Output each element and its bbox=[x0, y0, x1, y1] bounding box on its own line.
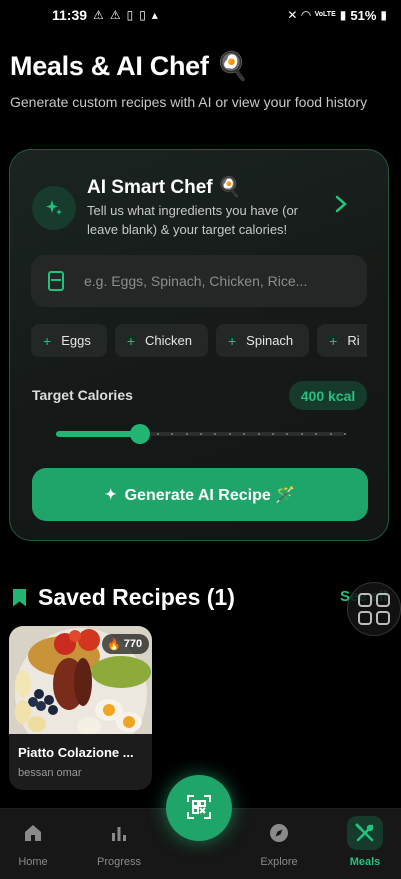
recipe-card[interactable]: 🔥 770 Piatto Colazione ... bessan omar bbox=[9, 626, 152, 790]
slider-tick bbox=[272, 433, 274, 435]
saved-recipes-title: Saved Recipes (1) bbox=[38, 584, 235, 610]
generate-recipe-label: Generate AI Recipe 🪄 bbox=[124, 486, 296, 504]
target-calories-value: 400 kcal bbox=[289, 381, 367, 410]
bar-chart-icon bbox=[108, 822, 130, 844]
sparkle-icon bbox=[32, 186, 76, 230]
generate-recipe-button[interactable]: ✦ Generate AI Recipe 🪄 bbox=[32, 468, 368, 521]
ai-chef-description: Tell us what ingredients you have (or le… bbox=[87, 203, 299, 237]
battery-percent: 51% bbox=[350, 7, 377, 23]
signal-icon: ▮ bbox=[339, 8, 347, 22]
warning-icon: ⚠ bbox=[109, 8, 121, 22]
slider-tick bbox=[286, 433, 288, 435]
phone-icon: ▯ bbox=[139, 8, 146, 22]
target-calories-label: Target Calories bbox=[32, 387, 133, 403]
sparkle-icon: ✦ bbox=[104, 486, 117, 502]
home-icon bbox=[22, 822, 44, 844]
scan-button[interactable] bbox=[166, 775, 232, 841]
grid-icon[interactable] bbox=[347, 582, 401, 636]
chip-label: Eggs bbox=[61, 333, 91, 348]
image-icon: ▴ bbox=[151, 8, 158, 22]
chip-label: Ri bbox=[347, 333, 360, 348]
nav-label: Explore bbox=[260, 856, 298, 868]
chip-label: Spinach bbox=[246, 333, 294, 348]
slider-thumb[interactable] bbox=[130, 424, 150, 444]
bookmark-icon bbox=[13, 588, 26, 607]
ingredient-chips: + Eggs + Chicken + Spinach + Ri bbox=[31, 324, 367, 358]
nav-label: Progress bbox=[96, 856, 142, 868]
chip-label: Chicken bbox=[145, 333, 192, 348]
calorie-slider[interactable] bbox=[56, 422, 346, 446]
slider-tick bbox=[258, 433, 260, 435]
recipe-author: bessan omar bbox=[18, 767, 82, 779]
plus-icon: + bbox=[43, 332, 52, 349]
mute-icon: ✕ bbox=[287, 8, 298, 22]
nav-progress[interactable]: Progress bbox=[86, 809, 152, 879]
compass-icon bbox=[268, 822, 290, 844]
nav-explore[interactable]: Explore bbox=[246, 809, 312, 879]
slider-tick bbox=[200, 433, 202, 435]
wifi-icon: ◠ bbox=[301, 8, 311, 22]
slider-tick bbox=[330, 433, 332, 435]
ingredients-field[interactable] bbox=[31, 255, 367, 307]
chip-eggs[interactable]: + Eggs bbox=[31, 324, 107, 357]
phone-icon: ▯ bbox=[126, 8, 134, 22]
nav-home[interactable]: Home bbox=[0, 809, 66, 879]
slider-fill bbox=[56, 431, 140, 437]
slider-tick bbox=[186, 433, 188, 435]
network-label: VoLTE bbox=[314, 11, 336, 18]
status-time: 11:39 bbox=[52, 7, 88, 23]
slider-tick bbox=[229, 433, 231, 435]
battery-icon: ▮ bbox=[380, 8, 387, 22]
ai-chef-title: AI Smart Chef 🍳 bbox=[87, 177, 242, 198]
slider-tick bbox=[344, 433, 346, 435]
slider-tick bbox=[243, 433, 245, 435]
slider-tick bbox=[315, 433, 317, 435]
chevron-right-icon[interactable] bbox=[334, 194, 348, 220]
slider-tick bbox=[171, 433, 173, 435]
ai-chef-card: AI Smart Chef 🍳 Tell us what ingredients… bbox=[9, 149, 389, 541]
page-title: Meals & AI Chef 🍳 bbox=[10, 51, 250, 81]
recipe-kcal: 770 bbox=[123, 638, 143, 650]
page-subtitle: Generate custom recipes with AI or view … bbox=[10, 94, 368, 110]
plus-icon: + bbox=[329, 332, 338, 349]
qr-scan-icon bbox=[186, 794, 212, 823]
saved-recipes-header: Saved Recipes (1) bbox=[13, 584, 235, 611]
nav-label: Home bbox=[18, 856, 48, 868]
list-icon bbox=[48, 271, 64, 291]
slider-tick bbox=[214, 433, 216, 435]
ingredients-input[interactable] bbox=[84, 273, 344, 289]
chip-rice[interactable]: + Ri bbox=[317, 324, 367, 357]
plus-icon: + bbox=[227, 332, 237, 349]
warning-icon: ⚠ bbox=[93, 8, 104, 22]
plus-icon: + bbox=[126, 332, 136, 349]
chip-spinach[interactable]: + Spinach bbox=[215, 324, 310, 357]
utensils-icon bbox=[354, 822, 376, 844]
recipe-name: Piatto Colazione ... bbox=[18, 745, 134, 760]
fire-icon: 🔥 bbox=[107, 638, 121, 651]
status-bar: 11:39 ⚠ ⚠ ▯ ▯ ▴ ✕ ◠ VoLTE ▮ 51% ▮ bbox=[0, 0, 401, 30]
nav-label: Meals bbox=[349, 856, 381, 868]
nav-meals[interactable]: Meals bbox=[332, 809, 398, 879]
calorie-badge: 🔥 770 bbox=[102, 634, 150, 654]
slider-tick bbox=[157, 433, 159, 435]
slider-tick bbox=[301, 433, 303, 435]
chip-chicken[interactable]: + Chicken bbox=[114, 324, 208, 357]
